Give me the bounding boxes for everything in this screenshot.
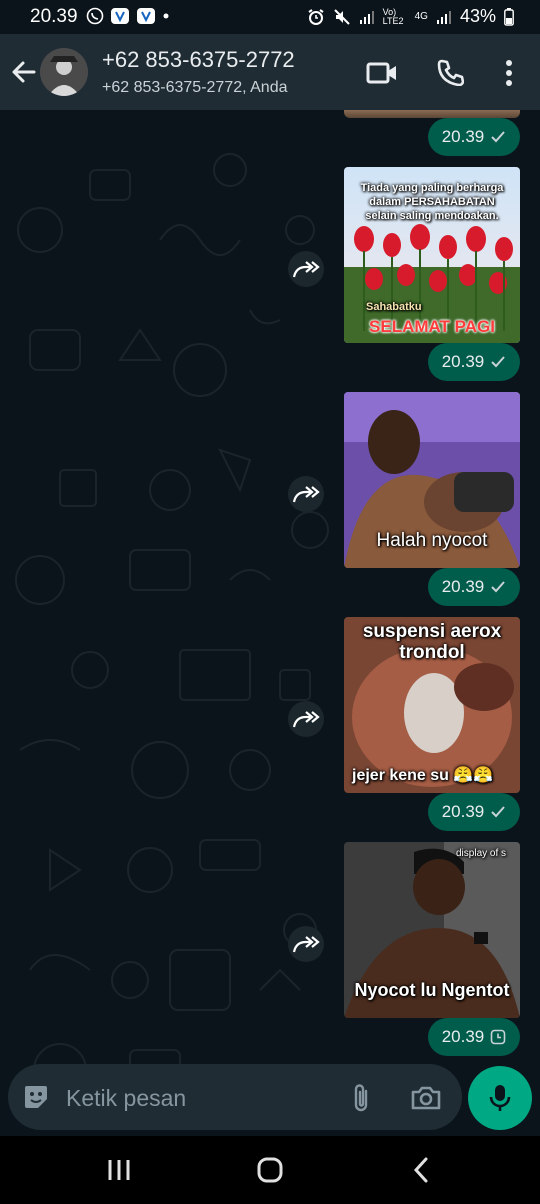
- avatar-image-icon: [40, 48, 88, 96]
- timestamp-text: 20.39: [441, 127, 485, 146]
- forward-button[interactable]: [288, 476, 324, 512]
- forward-icon: [292, 711, 320, 728]
- video-overlay-text: display of s: [456, 848, 507, 859]
- status-bar: 20.39 Vo) LTE2 4G 43%: [0, 0, 540, 34]
- avatar[interactable]: [40, 48, 88, 96]
- single-check-icon: [491, 806, 506, 818]
- timestamp-text: 20.39: [441, 802, 485, 821]
- battery-percent: 43%: [459, 6, 496, 26]
- sticker-emoji-icon[interactable]: [22, 1083, 50, 1111]
- caption-line: selain saling mendoakan.: [365, 210, 499, 222]
- more-notifications-icon: [163, 13, 169, 19]
- sticker-caption-small: Sahabatku: [366, 301, 422, 313]
- status-system-icons: Vo) LTE2 4G 43%: [307, 6, 514, 27]
- attachment-paperclip-icon[interactable]: [348, 1082, 374, 1114]
- message-composer: [8, 1064, 462, 1130]
- sticker-image[interactable]: display of s Nyocot lu Ngentot: [344, 842, 520, 1018]
- angry-emoji-icon: 😤😤: [453, 767, 494, 784]
- message-timestamp: 20.39: [428, 793, 520, 831]
- caption-line: dalam PERSAHABATAN: [369, 196, 495, 208]
- sticker-image[interactable]: suspensi aerox trondol jejer kene su 😤😤: [344, 617, 520, 793]
- status-time: 20.39: [30, 6, 78, 27]
- message-timestamp: 20.39: [428, 118, 520, 156]
- voice-call-icon[interactable]: [436, 58, 464, 86]
- status-notification-icons: [86, 7, 170, 25]
- message-timestamp: 20.39: [428, 568, 520, 606]
- single-check-icon: [491, 581, 506, 593]
- caption-line: suspensi aerox: [362, 621, 502, 642]
- alarm-icon: [308, 8, 324, 25]
- vpn-shield-icon: [111, 8, 129, 24]
- sticker-caption: suspensi aerox trondol: [344, 621, 520, 663]
- system-navigation-bar: [0, 1136, 540, 1204]
- vpn-shield-icon: [137, 8, 155, 24]
- sticker-image[interactable]: Tiada yang paling berharga dalam PERSAHA…: [344, 167, 520, 343]
- caption-line: Tiada yang paling berharga: [360, 182, 504, 194]
- pending-clock-icon: [490, 1029, 506, 1045]
- network-label: Vo) LTE2: [382, 6, 404, 26]
- mute-icon: [333, 8, 350, 25]
- forward-icon: [292, 936, 320, 953]
- sticker-caption: Tiada yang paling berharga dalam PERSAHA…: [344, 181, 520, 223]
- voice-message-button[interactable]: [468, 1066, 532, 1130]
- forward-button[interactable]: [288, 251, 324, 287]
- previous-media-thumbnail[interactable]: [344, 110, 520, 118]
- group-participants[interactable]: +62 853-6375-2772, Anda: [102, 79, 288, 97]
- forward-button[interactable]: [288, 701, 324, 737]
- whatsapp-icon: [86, 7, 104, 25]
- caption-line: jejer kene su: [352, 767, 449, 784]
- sticker-caption-bottom: jejer kene su 😤😤: [352, 765, 520, 785]
- chat-messages[interactable]: 20.39 Tiada yang paling berharga dalam P…: [0, 110, 540, 1136]
- back-nav-icon[interactable]: [410, 1156, 432, 1184]
- back-arrow-icon[interactable]: [10, 58, 38, 86]
- camera-icon[interactable]: [410, 1084, 442, 1112]
- timestamp-text: 20.39: [441, 577, 485, 596]
- chat-header: +62 853-6375-2772 +62 853-6375-2772, And…: [0, 34, 540, 110]
- message-input[interactable]: [64, 1076, 338, 1120]
- forward-icon: [292, 261, 320, 278]
- contact-name[interactable]: +62 853-6375-2772: [102, 47, 295, 73]
- signal-icon: [359, 10, 374, 24]
- battery-icon: [504, 7, 514, 26]
- message-timestamp: 20.39: [428, 343, 520, 381]
- microphone-icon: [489, 1085, 511, 1111]
- sticker-caption: Halah nyocot: [376, 530, 488, 551]
- more-options-icon[interactable]: [498, 58, 520, 88]
- data-label: 4G: [414, 11, 428, 22]
- sticker-image[interactable]: Halah nyocot: [344, 392, 520, 568]
- timestamp-text: 20.39: [441, 1027, 485, 1046]
- signal-icon: [436, 10, 451, 24]
- recent-apps-icon[interactable]: [104, 1158, 134, 1182]
- home-icon[interactable]: [256, 1156, 284, 1184]
- caption-line: trondol: [399, 642, 465, 663]
- timestamp-text: 20.39: [441, 352, 485, 371]
- single-check-icon: [491, 356, 506, 368]
- sticker-caption: Nyocot lu Ngentot: [354, 980, 510, 1000]
- forward-icon: [292, 486, 320, 503]
- sticker-caption-large: SELAMAT PAGI: [369, 317, 495, 336]
- video-call-icon[interactable]: [366, 60, 398, 86]
- message-timestamp: 20.39: [428, 1018, 520, 1056]
- single-check-icon: [491, 131, 506, 143]
- forward-button[interactable]: [288, 926, 324, 962]
